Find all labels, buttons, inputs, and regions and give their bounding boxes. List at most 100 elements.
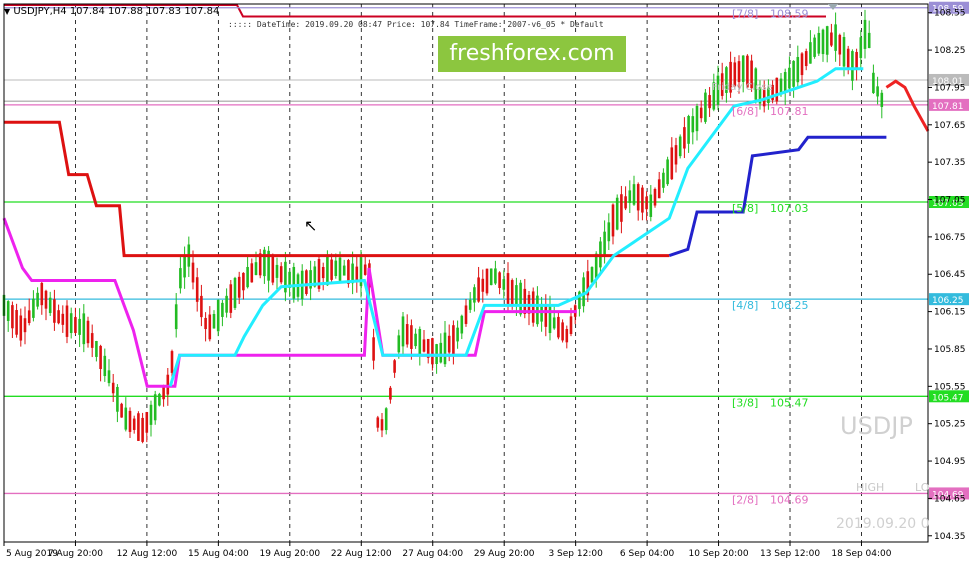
- candle-body: [473, 287, 476, 303]
- candle-body: [149, 404, 153, 425]
- candle-body: [594, 253, 598, 278]
- candle-body: [834, 24, 837, 51]
- indicator-info: ::::: DateTime: 2019.09.20 08:47 Price: …: [228, 20, 604, 29]
- candle-body: [321, 266, 325, 279]
- symbol-ohlc: USDJPY,H4 107.84 107.88 107.83 107.84: [13, 6, 220, 17]
- watermark-high: HIGH: [856, 481, 885, 494]
- y-tick-label: 106.45: [934, 270, 966, 280]
- x-tick-label: 19 Aug 20:00: [259, 549, 320, 559]
- y-tick-label: 104.95: [934, 457, 966, 467]
- candle-body: [645, 196, 648, 210]
- murrey-level-value: 106.25: [770, 299, 809, 312]
- candle-body: [666, 159, 669, 185]
- candle-body: [342, 265, 346, 276]
- candle-body: [531, 291, 535, 323]
- candle-body: [124, 407, 128, 430]
- murrey-price-box-text: 106.25: [932, 296, 964, 306]
- candle-body: [687, 115, 690, 144]
- candle-body: [212, 314, 216, 329]
- candle-body: [397, 335, 401, 353]
- candle-body: [401, 316, 405, 347]
- candle-body: [393, 360, 396, 373]
- candle-body: [649, 194, 653, 217]
- candle-body: [82, 313, 86, 345]
- candle-body: [216, 299, 220, 332]
- candle-body: [111, 382, 115, 394]
- murrey-level-value: 105.47: [770, 396, 809, 409]
- x-tick-label: 12 Aug 12:00: [117, 549, 178, 559]
- candle-body: [158, 393, 161, 406]
- candle-body: [557, 316, 560, 338]
- candle-body: [6, 301, 10, 321]
- candle-body: [221, 302, 224, 317]
- candle-body: [632, 184, 636, 205]
- candle-body: [636, 184, 640, 211]
- chart-menu-icon[interactable]: ▼: [4, 7, 10, 16]
- chart-header: ▼ USDJPY,H4 107.84 107.88 107.83 107.84: [4, 6, 219, 17]
- murrey-level-value: 108.59: [770, 8, 809, 21]
- candle-body: [137, 413, 140, 441]
- candle-body: [796, 57, 800, 83]
- candle-body: [603, 231, 606, 255]
- x-tick-label: 3 Sep 12:00: [548, 549, 603, 559]
- candle-body: [69, 313, 73, 334]
- x-tick-label: 6 Sep 04:00: [620, 549, 675, 559]
- candle-body: [153, 394, 157, 421]
- candle-body: [695, 106, 699, 132]
- candle-body: [477, 277, 480, 302]
- watermark-symbol: USDJP: [840, 412, 913, 440]
- murrey-level-value: 104.69: [770, 493, 809, 506]
- candle-body: [410, 325, 413, 349]
- candle-body: [485, 268, 489, 294]
- candle-body: [275, 264, 279, 278]
- murrey-price-box-text: 107.81: [932, 102, 964, 112]
- x-tick-label: 13 Sep 12:00: [760, 549, 820, 559]
- y-tick-label: 104.35: [934, 532, 966, 542]
- candle-body: [103, 355, 107, 377]
- candle-body: [326, 257, 329, 286]
- y-tick-label: 107.95: [934, 83, 966, 93]
- candle-body: [502, 279, 506, 290]
- candle-body: [330, 259, 333, 280]
- candle-body: [481, 278, 485, 292]
- candle-body: [704, 92, 707, 122]
- candle-body: [582, 277, 585, 307]
- candle-body: [376, 417, 380, 428]
- candle-body: [170, 351, 174, 373]
- candle-body: [414, 333, 417, 347]
- candle-body: [628, 190, 632, 204]
- murrey-level-label: [4/8]: [732, 299, 758, 312]
- price-chart[interactable]: Friday Close 108.01[7/8] 108.59 108.59[6/8]…: [0, 0, 970, 565]
- y-tick-label: 105.85: [934, 345, 966, 355]
- candle-body: [800, 53, 804, 76]
- candle-body: [292, 266, 296, 299]
- candle-body: [36, 292, 39, 307]
- x-tick-label: 29 Aug 20:00: [474, 549, 535, 559]
- candle-body: [99, 345, 102, 370]
- candle-body: [179, 268, 182, 289]
- chart-window[interactable]: Friday Close 108.01 [7/8] 108.59 108.59 [6/8]…: [0, 0, 970, 565]
- candle-body: [128, 410, 132, 432]
- candle-body: [670, 147, 674, 180]
- candle-body: [116, 386, 119, 412]
- x-tick-label: 10 Sep 20:00: [689, 549, 749, 559]
- candle-body: [32, 298, 35, 318]
- candle-body: [510, 280, 514, 306]
- candle-body: [439, 342, 443, 363]
- candle-body: [611, 204, 615, 237]
- candle-body: [53, 299, 56, 323]
- y-tick-label: 107.05: [934, 196, 966, 206]
- candle-body: [107, 370, 111, 384]
- y-tick-label: 106.75: [934, 233, 966, 243]
- candle-body: [141, 417, 144, 442]
- candle-body: [708, 95, 711, 109]
- candle-body: [737, 61, 741, 83]
- candle-body: [536, 295, 539, 325]
- arrow-cursor-icon: ↖: [304, 216, 318, 235]
- candle-body: [27, 310, 31, 324]
- candle-body: [855, 51, 858, 70]
- candle-body: [817, 32, 821, 54]
- murrey-level-value: 107.03: [770, 202, 809, 215]
- candle-body: [237, 276, 241, 298]
- candle-body: [422, 339, 426, 352]
